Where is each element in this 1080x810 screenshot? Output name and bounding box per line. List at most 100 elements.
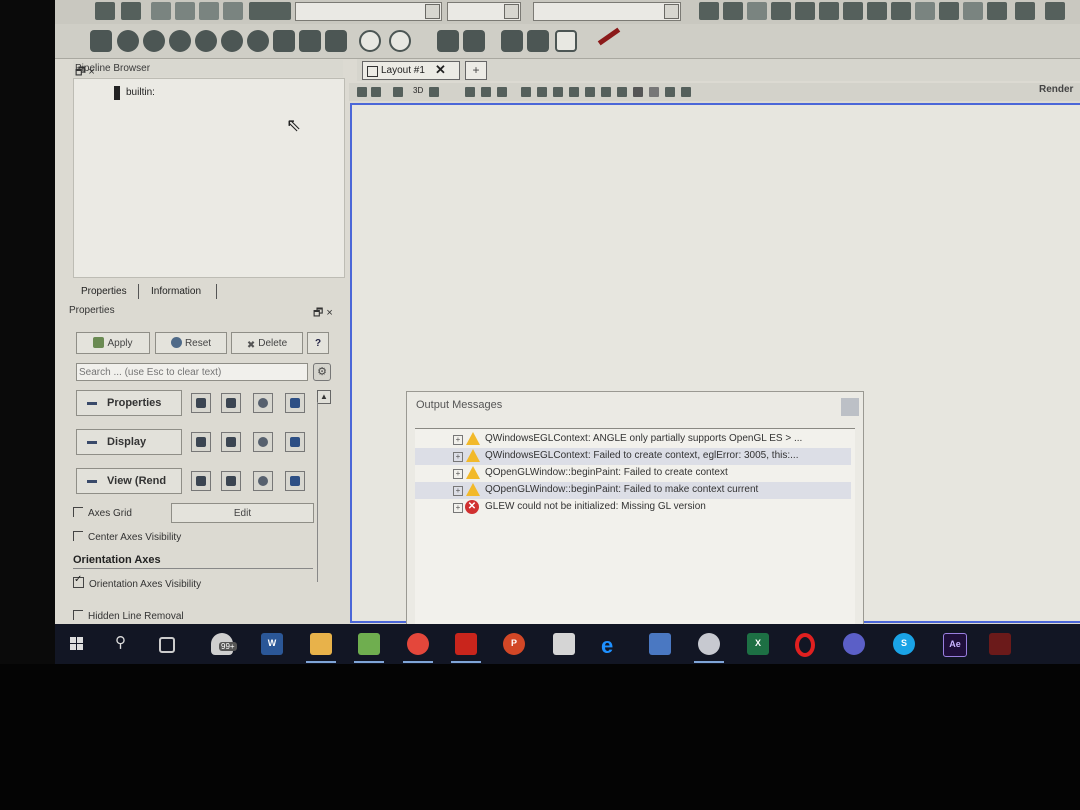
- file-explorer-icon[interactable]: [310, 633, 332, 655]
- toolbar-icon[interactable]: [151, 2, 171, 20]
- split-horizontal-icon[interactable]: [357, 87, 367, 97]
- message-row[interactable]: + QOpenGLWindow::beginPaint: Failed to cr…: [415, 465, 851, 482]
- select-cells-icon[interactable]: [465, 87, 475, 97]
- center-axes-visibility-checkbox[interactable]: Center Axes Visibility: [73, 531, 181, 543]
- gear-icon[interactable]: ⚙: [313, 363, 331, 381]
- message-row[interactable]: + QOpenGLWindow::beginPaint: Failed to ma…: [415, 482, 851, 499]
- help-button[interactable]: ?: [307, 332, 329, 354]
- toolbar-icon[interactable]: [175, 2, 195, 20]
- help-icon[interactable]: [649, 87, 659, 97]
- grow-selection-icon[interactable]: [585, 87, 595, 97]
- variable-combo[interactable]: [533, 2, 681, 21]
- stream-tracer-filter-icon[interactable]: [273, 30, 295, 52]
- clip-filter-icon[interactable]: [143, 30, 165, 52]
- hover-points-icon[interactable]: [553, 87, 563, 97]
- select-frustum-icon[interactable]: [497, 87, 507, 97]
- maximize-icon[interactable]: [393, 87, 403, 97]
- toolbar-icon[interactable]: [915, 2, 935, 20]
- split-vertical-icon[interactable]: [371, 87, 381, 97]
- hover-cells-icon[interactable]: [569, 87, 579, 97]
- edge-icon[interactable]: e: [601, 633, 623, 658]
- expand-icon[interactable]: +: [453, 435, 463, 445]
- warp-filter-icon[interactable]: [299, 30, 321, 52]
- extract-level-icon[interactable]: [359, 30, 381, 52]
- paraview-icon[interactable]: [698, 633, 720, 655]
- toolbar-icon[interactable]: [121, 2, 141, 20]
- toolbar-icon[interactable]: [987, 2, 1007, 20]
- paste-icon[interactable]: [221, 393, 241, 413]
- properties-scrollbar[interactable]: [317, 402, 330, 582]
- color-combo[interactable]: [447, 2, 521, 21]
- section-view[interactable]: View (Rend: [76, 468, 182, 494]
- float-close-icon[interactable]: 🗗 ×: [313, 304, 333, 323]
- toolbar-icon[interactable]: [771, 2, 791, 20]
- toolbar-icon[interactable]: [199, 2, 219, 20]
- after-effects-icon[interactable]: Ae: [943, 633, 967, 657]
- glyph-filter-icon[interactable]: [247, 30, 269, 52]
- start-icon[interactable]: [70, 637, 84, 651]
- group-datasets-icon[interactable]: [325, 30, 347, 52]
- expand-icon[interactable]: +: [453, 452, 463, 462]
- tab-information[interactable]: Information: [147, 285, 205, 298]
- search-icon[interactable]: ⚲: [115, 633, 137, 655]
- toolbar-icon[interactable]: [867, 2, 887, 20]
- tab-properties[interactable]: Properties: [77, 285, 131, 298]
- copy-icon[interactable]: [191, 432, 211, 452]
- message-row[interactable]: + QWindowsEGLContext: ANGLE only partiall…: [415, 431, 851, 448]
- threshold-filter-icon[interactable]: [195, 30, 217, 52]
- toolbar-icon[interactable]: [963, 2, 983, 20]
- toolbar-icon[interactable]: [939, 2, 959, 20]
- section-display[interactable]: Display: [76, 429, 182, 455]
- copy-icon[interactable]: [191, 471, 211, 491]
- notepad-icon[interactable]: [358, 633, 380, 655]
- select-block-icon[interactable]: [521, 87, 531, 97]
- teams-icon[interactable]: [843, 633, 865, 655]
- toolbar-icon[interactable]: [249, 2, 291, 20]
- save-defaults-icon[interactable]: [285, 432, 305, 452]
- apply-button[interactable]: Apply: [76, 332, 150, 354]
- reset-button[interactable]: Reset: [155, 332, 227, 354]
- toolbar-icon[interactable]: [723, 2, 743, 20]
- camera-icon[interactable]: [429, 87, 439, 97]
- toolbar-icon[interactable]: [795, 2, 815, 20]
- toolbar-icon[interactable]: [223, 2, 243, 20]
- extract-subset-filter-icon[interactable]: [221, 30, 243, 52]
- toolbar-icon[interactable]: [891, 2, 911, 20]
- pen-icon[interactable]: [597, 27, 621, 46]
- pipeline-item-builtin[interactable]: builtin:: [126, 87, 155, 98]
- python-icon[interactable]: [501, 30, 523, 52]
- interactive-select-icon[interactable]: [537, 87, 547, 97]
- view-mode-toggle[interactable]: 3D: [413, 86, 423, 95]
- add-layout-button[interactable]: +: [465, 61, 487, 80]
- restore-defaults-icon[interactable]: [253, 471, 273, 491]
- task-view-icon[interactable]: [159, 637, 175, 653]
- target-icon[interactable]: [555, 30, 577, 52]
- annotate-icon[interactable]: [665, 87, 675, 97]
- toolbar-icon[interactable]: [1015, 2, 1035, 20]
- close-icon[interactable]: ✕: [435, 62, 446, 78]
- toolbar-icon[interactable]: [95, 2, 115, 20]
- settings-icon[interactable]: [681, 87, 691, 97]
- clear-selection-icon[interactable]: [617, 87, 627, 97]
- message-row[interactable]: + QWindowsEGLContext: Failed to create co…: [415, 448, 851, 465]
- axes-grid-edit-button[interactable]: Edit: [171, 503, 314, 523]
- acrobat-icon[interactable]: [455, 633, 477, 655]
- chrome-icon[interactable]: [407, 633, 429, 655]
- paste-icon[interactable]: [221, 432, 241, 452]
- save-defaults-icon[interactable]: [285, 471, 305, 491]
- representation-combo[interactable]: [295, 2, 442, 21]
- powerpoint-icon[interactable]: P: [503, 633, 525, 655]
- tab-layout-1[interactable]: Layout #1 ✕: [362, 61, 460, 80]
- copy-icon[interactable]: [191, 393, 211, 413]
- axes-grid-checkbox[interactable]: Axes Grid: [73, 507, 132, 519]
- opera-icon[interactable]: [795, 633, 815, 657]
- contour-filter-icon[interactable]: [117, 30, 139, 52]
- orientation-axes-visibility-checkbox[interactable]: Orientation Axes Visibility: [73, 574, 201, 590]
- slice-filter-icon[interactable]: [169, 30, 191, 52]
- restore-defaults-icon[interactable]: [253, 432, 273, 452]
- toolbar-icon[interactable]: [747, 2, 767, 20]
- hidden-line-removal-checkbox[interactable]: Hidden Line Removal: [73, 610, 184, 622]
- maximize-icon[interactable]: [841, 398, 859, 416]
- message-row[interactable]: + ✕ GLEW could not be initialized: Missing…: [415, 499, 851, 516]
- query-icon[interactable]: [389, 30, 411, 52]
